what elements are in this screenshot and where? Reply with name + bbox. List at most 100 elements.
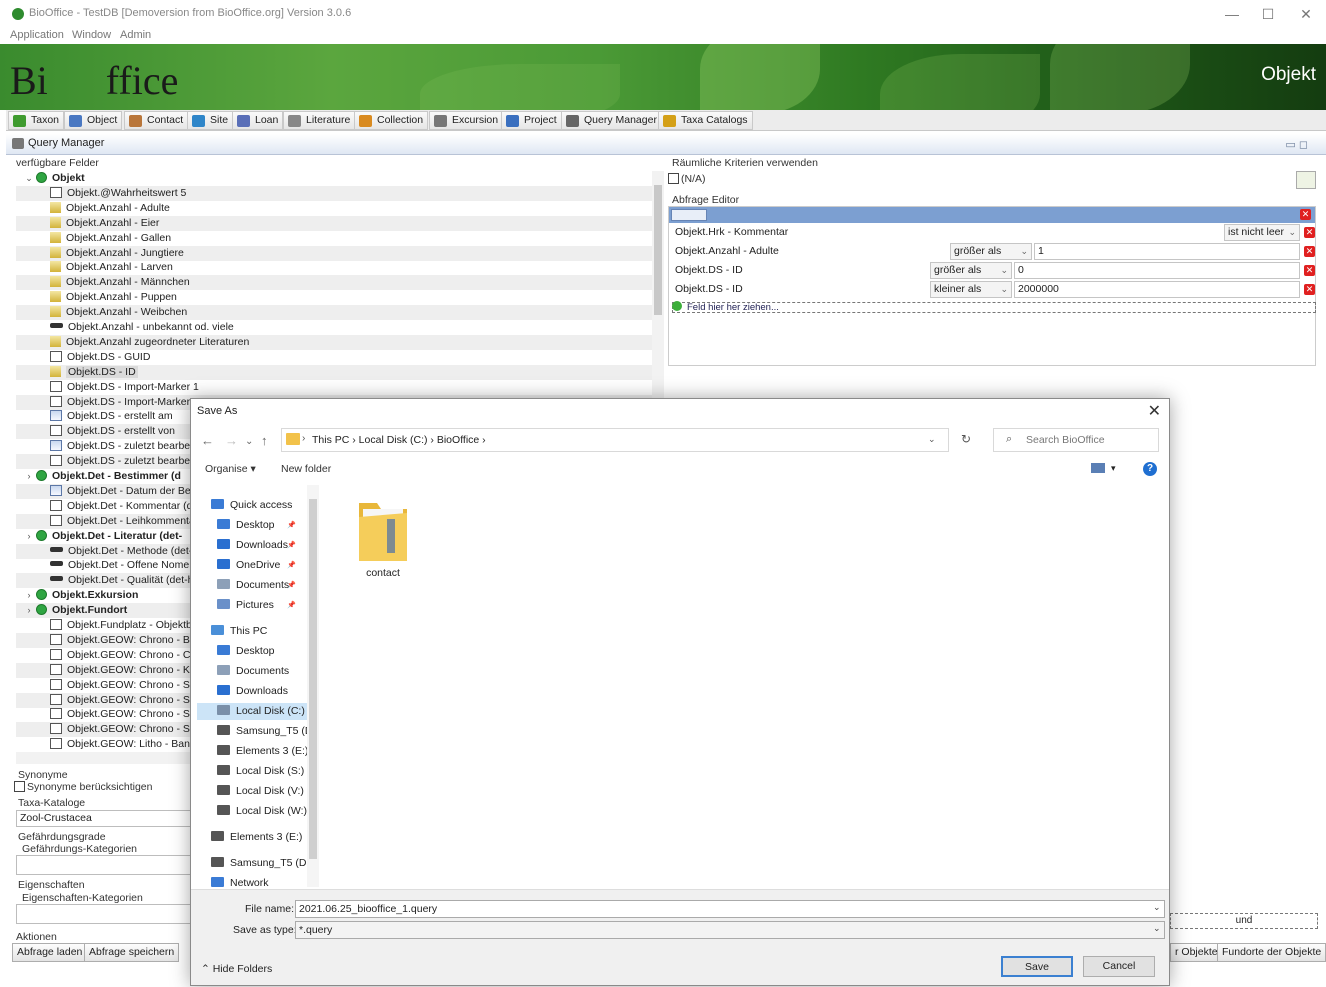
- delete-criteria-icon[interactable]: ✕: [1304, 246, 1315, 257]
- delete-criteria-icon[interactable]: ✕: [1304, 265, 1315, 276]
- tree-item[interactable]: Objekt.Anzahl - unbekannt od. viele: [16, 320, 652, 335]
- criteria-value-input[interactable]: 1: [1034, 243, 1300, 260]
- toolbar-site-button[interactable]: Site: [187, 111, 234, 130]
- toolbar-query-manager-button[interactable]: Query Manager: [561, 111, 662, 130]
- nav-item[interactable]: Desktop 📌: [197, 517, 309, 534]
- und-group[interactable]: und: [1170, 913, 1318, 929]
- nav-item[interactable]: Elements 3 (E:): [197, 829, 309, 846]
- chevron-right-icon[interactable]: ›: [22, 469, 36, 484]
- toolbar-contact-button[interactable]: Contact: [124, 111, 189, 130]
- tree-item[interactable]: Objekt.DS - ID: [16, 364, 652, 380]
- tree-item[interactable]: Objekt.Anzahl - Puppen: [16, 290, 652, 305]
- chevron-right-icon[interactable]: ›: [22, 588, 36, 603]
- filetype-select[interactable]: *.query: [295, 921, 1165, 939]
- eigenschaften-list[interactable]: [16, 904, 196, 924]
- map-picker-icon[interactable]: [1296, 171, 1316, 189]
- hide-folders-button[interactable]: ⌃ Hide Folders: [201, 963, 272, 975]
- tree-item[interactable]: Objekt.Anzahl - Larven: [16, 260, 652, 275]
- chevron-right-icon[interactable]: ›: [22, 603, 36, 618]
- refresh-icon[interactable]: ↻: [961, 432, 971, 446]
- gefahr-list[interactable]: [16, 855, 196, 875]
- nav-item[interactable]: Downloads: [197, 683, 309, 700]
- nav-item[interactable]: Local Disk (W:): [197, 803, 309, 820]
- help-icon[interactable]: ?: [1143, 462, 1157, 476]
- menu-window[interactable]: Window: [72, 29, 111, 41]
- recent-chevron-icon[interactable]: ⌄: [245, 436, 253, 447]
- tree-item[interactable]: Objekt.Anzahl - Eier: [16, 215, 652, 231]
- search-input[interactable]: ⌕ Search BioOffice: [993, 428, 1159, 452]
- back-arrow-icon[interactable]: ←: [201, 433, 214, 448]
- tree-item[interactable]: Objekt.Anzahl - Gallen: [16, 231, 652, 246]
- toolbar-literature-button[interactable]: Literature: [283, 111, 356, 130]
- spatial-criteria-checkbox[interactable]: (N/A): [668, 173, 706, 185]
- query-manager-tab[interactable]: Query Manager ▭ ◻: [6, 134, 1326, 155]
- chevron-down-icon[interactable]: ⌄: [22, 171, 36, 186]
- criteria-value-input[interactable]: 2000000: [1014, 281, 1300, 298]
- tab-window-buttons[interactable]: ▭ ◻: [1285, 138, 1308, 151]
- tree-item[interactable]: Objekt.Anzahl - Jungtiere: [16, 245, 652, 261]
- criteria-operator-select[interactable]: ist nicht leer ⌄: [1224, 224, 1300, 241]
- filename-input[interactable]: 2021.06.25_biooffice_1.query: [295, 900, 1165, 918]
- tree-item[interactable]: Objekt.Anzahl - Adulte: [16, 201, 652, 216]
- save-button[interactable]: Save: [1001, 956, 1073, 977]
- nav-item[interactable]: This PC: [197, 623, 309, 640]
- nav-item[interactable]: Documents: [197, 663, 309, 680]
- menu-application[interactable]: Application: [10, 29, 64, 41]
- close-button[interactable]: ✕: [1288, 4, 1324, 24]
- view-dropdown-icon[interactable]: ▾: [1111, 463, 1116, 474]
- organise-menu[interactable]: Organise ▾: [205, 463, 256, 475]
- toolbar-project-button[interactable]: Project: [501, 111, 562, 130]
- tree-item[interactable]: Objekt.Anzahl - Weibchen: [16, 305, 652, 321]
- nav-item[interactable]: Local Disk (C:): [197, 703, 309, 720]
- chevron-right-icon[interactable]: ›: [22, 529, 36, 544]
- forward-arrow-icon[interactable]: →: [225, 433, 238, 448]
- maximize-button[interactable]: ☐: [1250, 4, 1286, 24]
- nav-item[interactable]: Local Disk (S:): [197, 763, 309, 780]
- filetype-dropdown-icon[interactable]: ⌄: [1153, 923, 1161, 934]
- toolbar-taxon-button[interactable]: Taxon: [8, 111, 65, 130]
- synonyms-checkbox[interactable]: Synonyme berücksichtigen: [14, 781, 152, 793]
- nav-item[interactable]: Documents 📌: [197, 577, 309, 594]
- address-bar[interactable]: › This PC › Local Disk (C:) › BioOffice …: [281, 428, 949, 452]
- tree-item[interactable]: ⌄ Objekt: [16, 171, 652, 186]
- nav-item[interactable]: OneDrive 📌: [197, 557, 309, 574]
- toolbar-loan-button[interactable]: Loan: [232, 111, 284, 130]
- cancel-button[interactable]: Cancel: [1083, 956, 1155, 977]
- load-query-button[interactable]: Abfrage laden: [12, 943, 88, 962]
- toolbar-object-button[interactable]: Object: [64, 111, 123, 130]
- nav-scrollbar[interactable]: [307, 485, 319, 887]
- nav-item[interactable]: Quick access: [197, 497, 309, 514]
- toolbar-excursion-button[interactable]: Excursion: [429, 111, 504, 130]
- toolbar-taxa-catalogs-button[interactable]: Taxa Catalogs: [658, 111, 753, 130]
- folder-item-contact[interactable]: contact: [351, 495, 415, 585]
- criteria-operator-select[interactable]: größer als ⌄: [930, 262, 1012, 279]
- tree-item[interactable]: Objekt.Anzahl - Männchen: [16, 275, 652, 291]
- nav-item[interactable]: Network: [197, 875, 309, 887]
- nav-item[interactable]: Local Disk (V:): [197, 783, 309, 800]
- delete-criteria-icon[interactable]: ✕: [1304, 284, 1315, 295]
- nav-item[interactable]: Pictures 📌: [197, 597, 309, 614]
- tree-item[interactable]: Objekt.DS - GUID: [16, 350, 652, 365]
- tree-item[interactable]: Objekt.Anzahl zugeordneter Literaturen: [16, 334, 652, 350]
- objects-button[interactable]: r Objekte: [1170, 943, 1223, 962]
- nav-item[interactable]: Samsung_T5 (D:): [197, 723, 319, 740]
- dialog-close-icon[interactable]: ✕: [1148, 401, 1161, 421]
- tree-item[interactable]: Objekt.@Wahrheitswert 5: [16, 185, 652, 201]
- nav-item[interactable]: Desktop: [197, 643, 309, 660]
- drop-zone[interactable]: Feld hier her ziehen...: [672, 302, 1316, 313]
- nav-item[interactable]: Samsung_T5 (D:): [197, 855, 313, 872]
- delete-criteria-icon[interactable]: ✕: [1304, 227, 1315, 238]
- new-folder-button[interactable]: New folder: [281, 463, 331, 475]
- save-query-button[interactable]: Abfrage speichern: [84, 943, 180, 962]
- menu-admin[interactable]: Admin: [120, 29, 151, 41]
- nav-item[interactable]: Elements 3 (E:): [197, 743, 309, 760]
- nav-item[interactable]: Downloads 📌: [197, 537, 309, 554]
- fundorte-button[interactable]: Fundorte der Objekte: [1217, 943, 1326, 962]
- tree-item[interactable]: Objekt.DS - Import-Marker 1: [16, 380, 652, 395]
- criteria-operator-select[interactable]: kleiner als ⌄: [930, 281, 1012, 298]
- taxa-catalogs-list[interactable]: Zool-Crustacea: [16, 810, 196, 827]
- view-options-icon[interactable]: [1091, 463, 1105, 473]
- minimize-button[interactable]: —: [1214, 4, 1250, 24]
- breadcrumb[interactable]: This PC › Local Disk (C:) › BioOffice ›: [312, 434, 486, 446]
- criteria-operator-select[interactable]: größer als ⌄: [950, 243, 1032, 260]
